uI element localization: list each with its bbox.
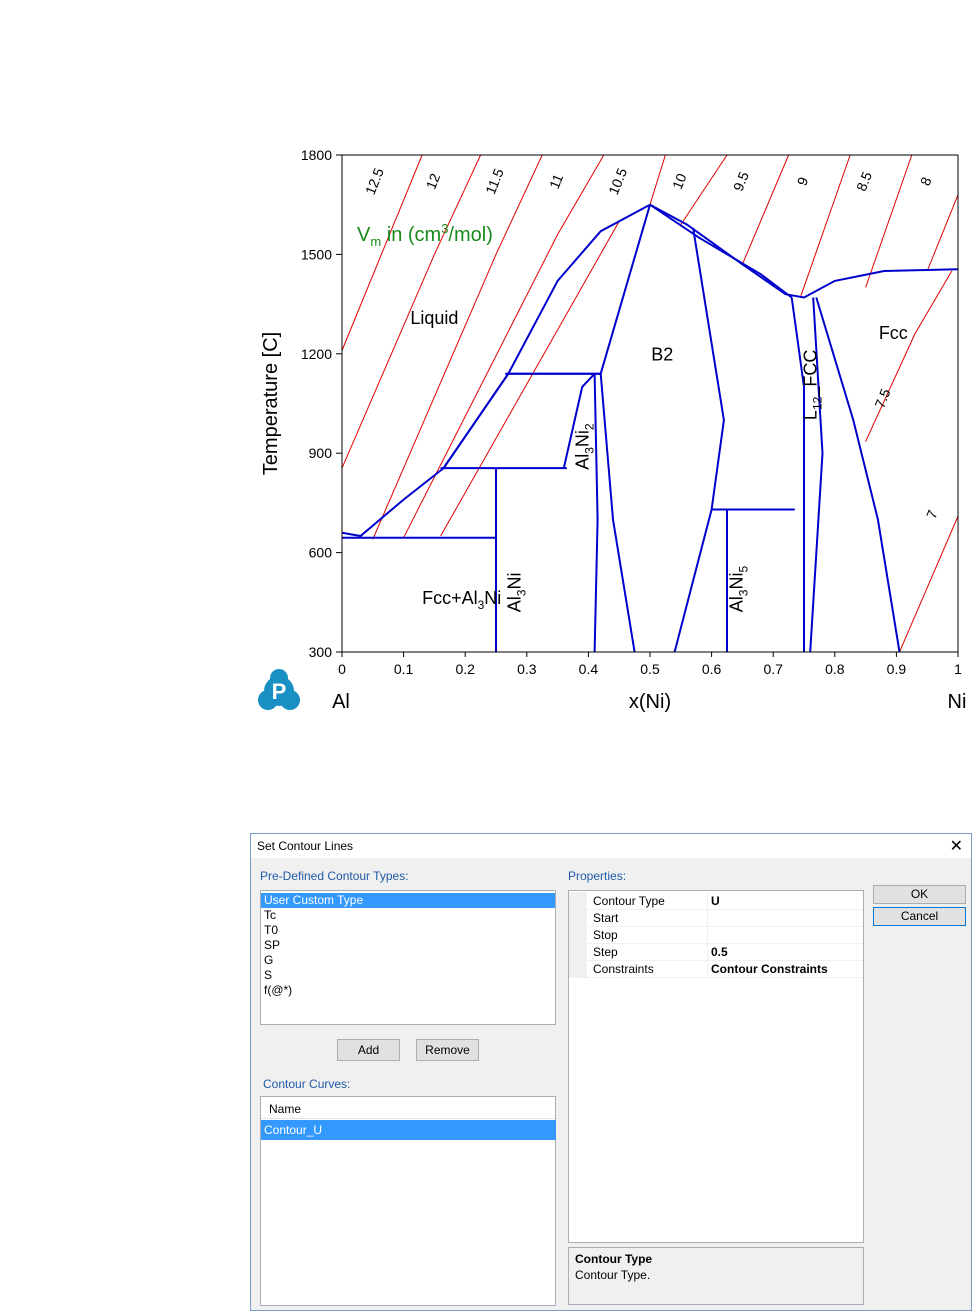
property-name: Constraints [593,962,654,976]
y-tick-label: 1800 [301,147,332,163]
list-item[interactable]: G [261,953,555,968]
contour-line [440,155,666,537]
x-tick-label: 0.4 [579,661,599,677]
table-row[interactable]: Contour_U [261,1120,556,1140]
phase-label: Al3Ni2 [572,423,596,470]
x-tick-label: 0.6 [702,661,722,677]
y-tick-label: 300 [309,644,333,660]
list-item[interactable]: S [261,968,555,983]
contour-value-label: 7.5 [871,386,893,410]
y-tick-label: 1200 [301,346,332,362]
contour-value-label: 8.5 [853,169,875,193]
property-row-step[interactable]: Step 0.5 [569,943,863,961]
list-item[interactable]: Tc [261,908,555,923]
list-item[interactable]: User Custom Type [261,893,555,908]
description-text: Contour Type. [575,1268,651,1282]
name-column-label: Name [269,1102,302,1116]
ok-button[interactable]: OK [873,885,966,904]
dialog-titlebar: Set Contour Lines ✕ [251,834,971,858]
contour-line [926,194,958,272]
property-name: Step [593,945,618,959]
dialog-title: Set Contour Lines [257,839,354,853]
contour-value-label: 7 [923,507,941,520]
cancel-button[interactable]: Cancel [873,907,966,926]
x-tick-label: 0.7 [763,661,783,677]
property-value[interactable]: U [711,894,720,908]
contour-line [680,155,728,225]
region-label: Liquid [410,308,458,328]
property-row-contour-type[interactable]: Contour Type U [569,892,863,910]
y-tick-label: 1500 [301,246,332,262]
contour-line [865,270,953,442]
x-tick-label: 0 [338,661,346,677]
y-tick-label: 600 [309,545,333,561]
set-contour-lines-dialog: Set Contour Lines ✕ Pre-Defined Contour … [250,833,972,1311]
phase-diagram-panel: 300 600 900 1200 1500 1800 0 0.1 0.2 0.3 0.4 0.5 0.6… [0,0,973,760]
predefined-types-list[interactable]: User Custom Type Tc T0 SP G S f(@*) [260,890,556,1025]
x-tick-label: 1 [954,661,962,677]
property-row-constraints[interactable]: Constraints Contour Constraints [569,960,863,978]
add-button[interactable]: Add [337,1039,400,1061]
description-title: Contour Type [575,1252,653,1266]
contour-value-label: 9 [794,174,812,187]
phase-boundary [673,227,725,652]
y-tick-label: 900 [309,445,333,461]
x-tick-label: 0.1 [394,661,414,677]
close-icon[interactable]: ✕ [950,836,963,856]
phase-diagram: 300 600 900 1200 1500 1800 0 0.1 0.2 0.3 0.4 0.5 0.6… [258,147,967,713]
phase-boundary [593,373,599,652]
x-tick-label: 0.3 [517,661,537,677]
curves-column-header[interactable]: Name [261,1097,555,1119]
contour-value-label: 11.5 [482,166,507,196]
contour-value-label: 8 [917,174,935,187]
list-item[interactable]: T0 [261,923,555,938]
region-label: Fcc [879,323,908,343]
property-name: Stop [593,928,618,942]
contour-line [899,516,958,652]
property-row-start[interactable]: Start [569,909,863,927]
predefined-types-label: Pre-Defined Contour Types: [260,869,409,883]
right-element-label: Ni [948,691,967,713]
contour-line [741,155,790,265]
region-label: B2 [651,344,673,364]
x-tick-label: 0.9 [887,661,907,677]
x-tick-label: 0.2 [455,661,475,677]
property-value[interactable]: Contour Constraints [711,962,828,976]
phase-label: Al3Ni5 [726,566,750,613]
contour-line [800,155,851,296]
x-axis-label: x(Ni) [629,691,671,713]
property-row-stop[interactable]: Stop [569,926,863,944]
property-description-box: Contour Type Contour Type. [568,1247,864,1305]
contour-value-label: 12 [423,171,444,192]
left-element-label: Al [332,691,350,713]
contour-value-label: 10 [669,171,690,192]
property-name: Contour Type [593,894,665,908]
contour-curves-list[interactable]: Name Contour_U [260,1096,556,1306]
contour-line [403,155,605,538]
property-value[interactable]: 0.5 [711,945,728,959]
contour-value-label: 9.5 [730,169,752,193]
volume-annotation: Vm in (cm3/mol) [357,221,493,249]
properties-grid: Contour Type U Start Stop Step 0.5 Const… [568,890,864,1243]
contour-curves-label: Contour Curves: [263,1077,351,1091]
list-item[interactable]: f(@*) [261,983,555,998]
phase-boundary [815,297,901,652]
phase-boundary [599,373,636,652]
phase-label: Al3Ni [505,573,529,613]
logo-letter: P [272,679,287,704]
property-name: Start [593,911,619,925]
phase-label: Fcc+Al3Ni [422,588,501,612]
x-tick-label: 0.5 [640,661,660,677]
contour-value-label: 12.5 [362,165,387,196]
contour-value-label: 10.5 [605,165,630,196]
remove-button[interactable]: Remove [416,1039,479,1061]
x-tick-label: 0.8 [825,661,845,677]
contour-value-label: 11 [546,171,566,191]
properties-label: Properties: [568,869,627,883]
list-item[interactable]: SP [261,938,555,953]
y-axis-label: Temperature [C] [260,332,282,475]
